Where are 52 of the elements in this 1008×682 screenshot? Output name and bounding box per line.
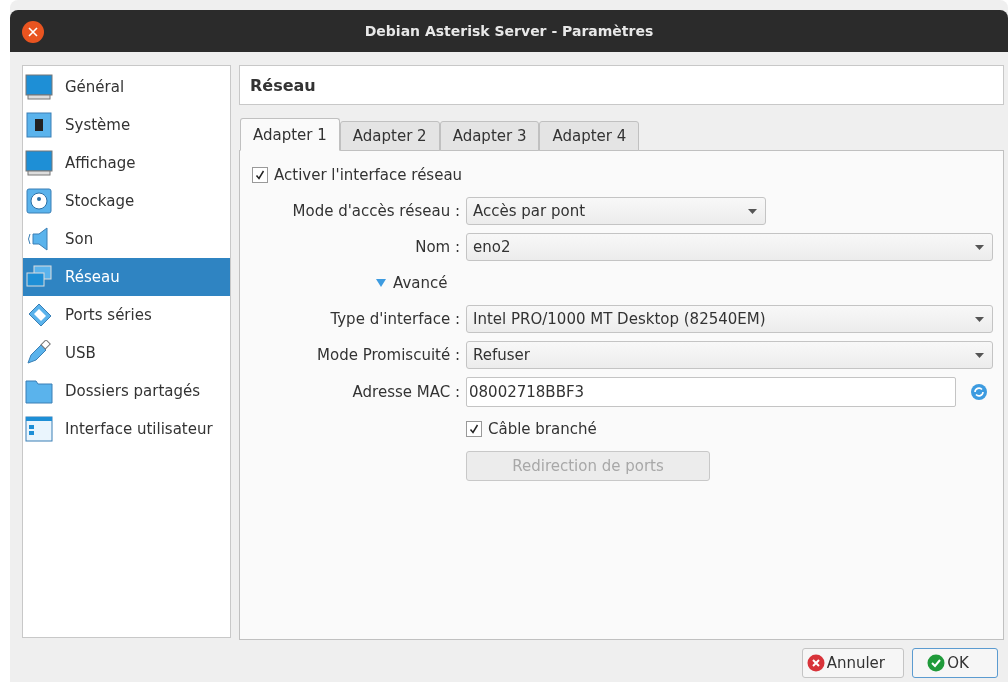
window-icon xyxy=(25,416,53,442)
ok-button[interactable]: OK xyxy=(912,648,998,678)
caret-icon xyxy=(748,208,757,214)
sidebar-item[interactable]: Son xyxy=(23,220,230,258)
sidebar-item[interactable]: Ports séries xyxy=(23,296,230,334)
folder-icon xyxy=(25,378,53,404)
advanced-toggle[interactable]: Avancé xyxy=(376,274,448,292)
triangle-icon xyxy=(376,279,386,287)
cancel-button[interactable]: Annuler xyxy=(801,648,904,678)
field-label: Mode d'accès réseau : xyxy=(291,202,460,220)
checkbox-label: Activer l'interface réseau xyxy=(274,166,463,184)
monitor-icon xyxy=(25,74,53,100)
dropdown[interactable]: Refuser xyxy=(466,341,993,369)
monitor-icon xyxy=(25,150,53,176)
field-label: Nom : xyxy=(414,238,460,256)
sidebar-item[interactable]: Réseau xyxy=(23,258,230,296)
dropdown[interactable]: Accès par pont xyxy=(466,197,766,225)
sidebar-item[interactable]: Stockage xyxy=(23,182,230,220)
dropdown[interactable]: Intel PRO/1000 MT Desktop (82540EM) xyxy=(466,305,993,333)
checkbox[interactable] xyxy=(466,421,482,437)
close-icon xyxy=(28,27,38,37)
field-label: Adresse MAC : xyxy=(351,383,460,401)
caret-icon xyxy=(975,352,984,358)
field-label: Mode Promiscuité : xyxy=(316,346,460,364)
input-field[interactable]: 08002718BBF3 xyxy=(466,377,956,407)
chip-icon xyxy=(25,112,53,138)
tab[interactable]: Adapter 3 xyxy=(439,121,540,151)
close-button[interactable] xyxy=(22,21,44,43)
window-title: Debian Asterisk Server - Paramètres xyxy=(364,23,654,39)
field-label: Type d'interface : xyxy=(329,310,460,328)
usb-icon xyxy=(25,340,53,366)
sidebar-item[interactable]: USB xyxy=(23,334,230,372)
sidebar-item[interactable]: Interface utilisateur xyxy=(23,410,230,448)
checkbox-label: Câble branché xyxy=(488,420,597,438)
check-icon xyxy=(927,654,946,672)
refresh-icon[interactable] xyxy=(970,383,988,401)
network-icon xyxy=(25,264,53,290)
checkmark-icon xyxy=(255,170,265,180)
tab[interactable]: Adapter 2 xyxy=(339,121,440,151)
dropdown[interactable]: eno2 xyxy=(466,233,993,261)
sidebar-item[interactable]: Général xyxy=(23,68,230,106)
cancel-icon xyxy=(806,654,825,672)
caret-icon xyxy=(975,316,984,322)
sidebar-item[interactable]: Affichage xyxy=(23,144,230,182)
sidebar-item[interactable]: Système xyxy=(23,106,230,144)
checkmark-icon xyxy=(469,424,479,434)
tab[interactable]: Adapter 1 xyxy=(240,118,340,151)
tab[interactable]: Adapter 4 xyxy=(539,121,640,151)
caret-icon xyxy=(975,244,984,250)
sidebar-item[interactable]: Dossiers partagés xyxy=(23,372,230,410)
checkbox[interactable] xyxy=(252,167,268,183)
section-title: Réseau xyxy=(250,75,316,95)
